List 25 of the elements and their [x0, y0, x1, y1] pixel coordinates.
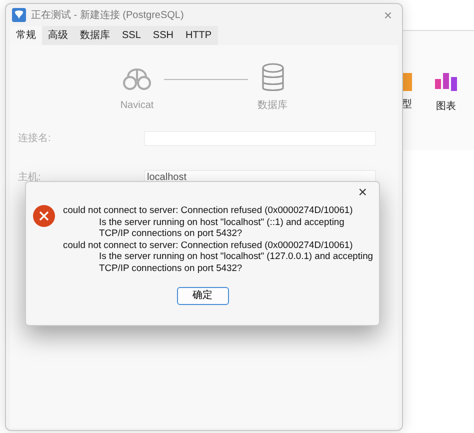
tab[interactable]: SSH: [146, 26, 180, 45]
toolbar-label: 型: [402, 98, 412, 112]
app-icon: [12, 8, 26, 22]
tab[interactable]: SSL: [116, 26, 147, 45]
tab[interactable]: 高级: [42, 26, 74, 45]
tab[interactable]: HTTP: [179, 26, 218, 45]
error-message: could not connect to server: Connection refused (0x0000274D/10061): [63, 204, 354, 216]
window-title: 正在测试 - 新建连接 (PostgreSQL): [31, 8, 184, 22]
error-detail: TCP/IP connections on port 5432?: [98, 227, 244, 239]
tab[interactable]: 常规: [10, 26, 42, 45]
model-icon: [402, 71, 412, 93]
error-detail: Is the server running on host "localhost" (::1) and accepting: [98, 216, 346, 228]
tab[interactable]: 数据库: [74, 26, 116, 45]
close-button[interactable]: ×: [352, 184, 373, 201]
database-label: 数据库: [258, 98, 288, 113]
error-message: could not connect to server: Connection refused (0x0000274D/10061): [63, 238, 354, 250]
ok-button[interactable]: 确定: [176, 286, 228, 305]
field-label: 主机:: [18, 170, 42, 185]
navicat-label: Navicat: [120, 99, 154, 113]
database-icon: [260, 63, 285, 93]
chart-label: 图表: [436, 100, 456, 114]
error-detail: TCP/IP connections on port 5432?: [98, 262, 244, 274]
field-label: 连接名:: [18, 132, 52, 146]
error-icon: [33, 205, 55, 227]
error-detail: Is the server running on host "localhost" (127.0.0.1) and accepting: [98, 250, 374, 262]
